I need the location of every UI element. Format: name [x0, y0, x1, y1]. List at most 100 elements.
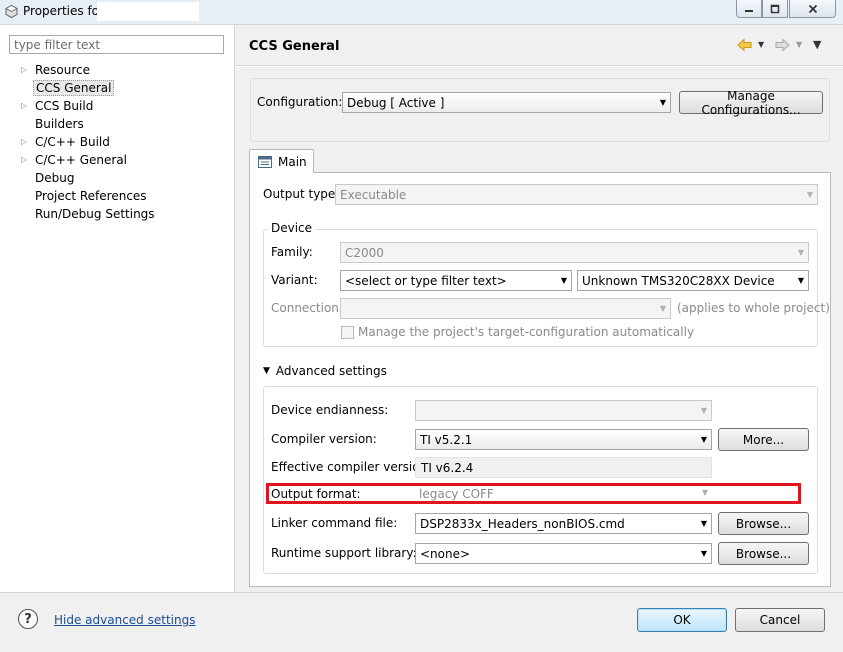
compiler-version-label: Compiler version:	[271, 432, 377, 446]
maximize-button[interactable]	[762, 0, 788, 18]
device-endianness-select: ▼	[415, 400, 712, 421]
output-format-highlight	[266, 483, 801, 504]
runtime-support-library-combo[interactable]: <none> ▼	[415, 543, 712, 564]
expand-arrow-icon[interactable]: ▷	[21, 101, 33, 110]
manage-target-config-checkbox[interactable]	[341, 326, 354, 339]
help-icon[interactable]: ?	[18, 609, 38, 629]
sidebar-filter-input[interactable]	[9, 35, 224, 54]
chevron-down-icon: ▼	[806, 190, 813, 199]
tab-main-label: Main	[278, 154, 307, 169]
compiler-more-button[interactable]: More...	[718, 428, 809, 451]
output-type-select: Executable ▼	[335, 184, 818, 205]
chevron-down-icon: ▼	[797, 276, 804, 285]
ok-button[interactable]: OK	[637, 608, 727, 632]
chevron-down-icon: ▼	[700, 435, 707, 444]
sidebar-item-label: Debug	[35, 170, 75, 185]
advanced-settings-label: Advanced settings	[275, 364, 387, 378]
sidebar-item-builders[interactable]: Builders	[21, 115, 86, 132]
chevron-down-icon: ▼	[700, 519, 707, 528]
linker-browse-button[interactable]: Browse...	[718, 512, 809, 535]
sidebar-item-label: Builders	[35, 116, 84, 131]
sidebar-item-label: C/C++ Build	[35, 134, 110, 149]
footer-divider	[0, 592, 843, 593]
back-arrow-icon	[737, 38, 752, 52]
sidebar-item-label: Run/Debug Settings	[35, 206, 155, 221]
variant-select[interactable]: Unknown TMS320C28XX Device ▼	[577, 270, 809, 291]
expand-arrow-icon[interactable]: ▷	[21, 65, 33, 74]
connection-label: Connection:	[271, 301, 343, 315]
manage-configurations-button[interactable]: Manage Configurations...	[679, 89, 823, 117]
minimize-button[interactable]	[736, 0, 762, 18]
back-button[interactable]	[737, 38, 753, 56]
window-title: Properties for	[23, 4, 104, 18]
family-select: C2000 ▼	[340, 242, 809, 263]
chevron-down-icon: ▼	[560, 276, 567, 285]
manage-target-config-label: Manage the project's target-configuratio…	[358, 325, 695, 339]
tab-main[interactable]: Main	[249, 149, 314, 173]
linker-command-file-label: Linker command file:	[271, 516, 398, 530]
forward-button[interactable]	[774, 38, 790, 56]
sidebar-item-label: Project References	[35, 188, 147, 203]
family-value: C2000	[345, 245, 384, 260]
chevron-down-icon: ▼	[700, 406, 707, 415]
effective-compiler-version-label: Effective compiler version:	[271, 460, 432, 474]
forward-dropdown-button[interactable]: ▼	[796, 40, 802, 49]
back-dropdown-button[interactable]: ▼	[758, 40, 764, 49]
app-icon	[5, 5, 18, 18]
window-title-project	[97, 2, 199, 21]
sidebar-item-label: CCS General	[33, 79, 115, 96]
output-type-label: Output type:	[263, 187, 340, 201]
view-menu-icon: ▼	[813, 38, 822, 51]
effective-compiler-version-field: TI v6.2.4	[415, 457, 712, 478]
advanced-settings-toggle[interactable]: ▼ Advanced settings	[263, 364, 387, 378]
linker-command-file-combo[interactable]: DSP2833x_Headers_nonBIOS.cmd ▼	[415, 513, 712, 534]
compiler-version-value: TI v5.2.1	[420, 432, 473, 447]
chevron-down-icon: ▼	[700, 549, 707, 558]
sidebar-item-cpp-general[interactable]: ▷ C/C++ General	[21, 151, 129, 168]
configuration-select[interactable]: Debug [ Active ] ▼	[342, 92, 671, 113]
chevron-down-icon: ▼	[659, 304, 666, 313]
view-menu-button[interactable]: ▼	[813, 38, 821, 51]
page-title: CCS General	[249, 39, 340, 54]
sidebar-item-ccs-general[interactable]: CCS General	[21, 79, 115, 96]
main-tab-icon	[258, 155, 272, 168]
variant-filter-combo[interactable]: <select or type filter text> ▼	[340, 270, 572, 291]
hide-advanced-settings-link[interactable]: Hide advanced settings	[54, 613, 195, 627]
sidebar-item-cpp-build[interactable]: ▷ C/C++ Build	[21, 133, 112, 150]
linker-command-file-value: DSP2833x_Headers_nonBIOS.cmd	[420, 516, 625, 531]
effective-compiler-version-value: TI v6.2.4	[421, 460, 474, 475]
close-button[interactable]	[789, 0, 836, 18]
sidebar-item-resource[interactable]: ▷ Resource	[21, 61, 92, 78]
device-group-title: Device	[268, 221, 316, 235]
expand-arrow-icon[interactable]: ▷	[21, 155, 33, 164]
compiler-version-select[interactable]: TI v5.2.1 ▼	[415, 429, 712, 450]
expand-arrow-icon[interactable]: ▷	[21, 137, 33, 146]
variant-value: Unknown TMS320C28XX Device	[582, 273, 775, 288]
runtime-browse-button[interactable]: Browse...	[718, 542, 809, 565]
chevron-down-icon: ▼	[797, 248, 804, 257]
sidebar-item-label: Resource	[35, 62, 91, 77]
runtime-support-library-value: <none>	[420, 546, 471, 561]
sidebar-item-run-debug-settings[interactable]: Run/Debug Settings	[21, 205, 157, 222]
configuration-value: Debug [ Active ]	[347, 95, 445, 110]
cancel-button[interactable]: Cancel	[735, 608, 825, 632]
connection-note: (applies to whole project)	[677, 301, 830, 315]
output-type-value: Executable	[340, 187, 407, 202]
sidebar-item-project-references[interactable]: Project References	[21, 187, 149, 204]
variant-filter-value: <select or type filter text>	[345, 273, 507, 288]
connection-select: ▼	[340, 298, 671, 319]
configuration-label: Configuration:	[257, 95, 343, 109]
collapse-triangle-icon: ▼	[263, 366, 270, 376]
variant-label: Variant:	[271, 273, 318, 287]
sidebar-item-debug[interactable]: Debug	[21, 169, 76, 186]
runtime-support-library-label: Runtime support library:	[271, 546, 417, 560]
family-label: Family:	[271, 245, 313, 259]
divider	[236, 65, 843, 67]
sidebar-item-ccs-build[interactable]: ▷ CCS Build	[21, 97, 95, 114]
close-icon	[808, 4, 817, 13]
sidebar-item-label: CCS Build	[35, 98, 94, 113]
minimize-icon	[745, 9, 753, 12]
sidebar-item-label: C/C++ General	[35, 152, 128, 167]
forward-arrow-icon	[775, 38, 790, 52]
maximize-icon	[770, 4, 780, 13]
